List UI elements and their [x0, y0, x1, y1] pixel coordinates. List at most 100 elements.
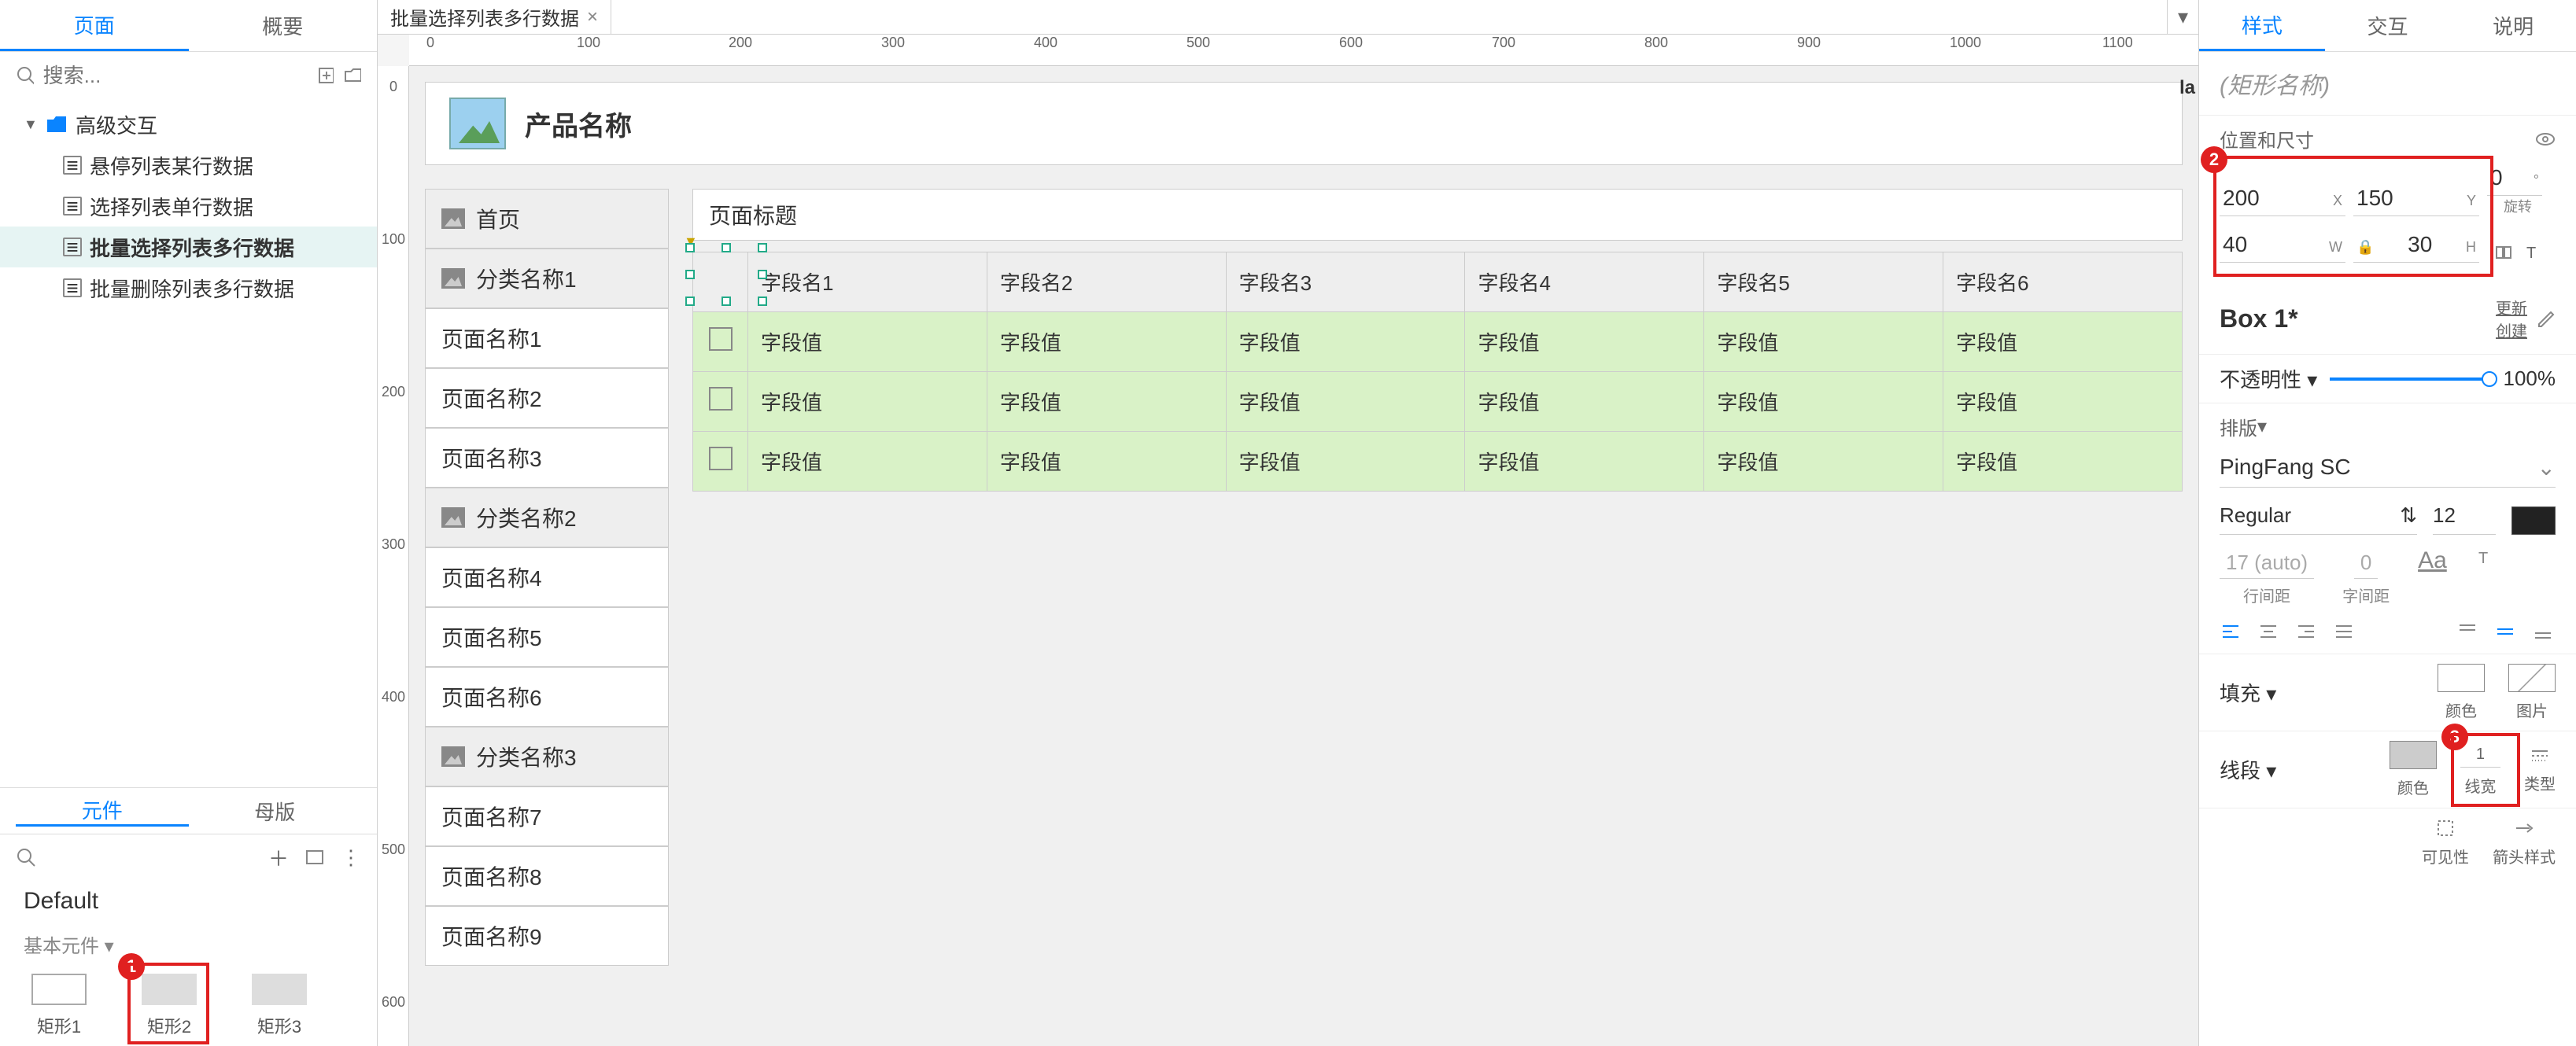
- tab-masters[interactable]: 母版: [189, 797, 362, 826]
- font-weight-select[interactable]: Regular⇅: [2220, 497, 2417, 535]
- chevron-down-icon: ⌄: [2537, 455, 2556, 481]
- workspace: 0 100 200 300 400 500 600 la 产品名称 首页分类名称…: [378, 66, 2198, 1046]
- style-actions[interactable]: 更新创建: [2496, 296, 2527, 341]
- widget-name-input[interactable]: (矩形名称): [2199, 52, 2576, 115]
- flip-h-icon[interactable]: [2493, 242, 2514, 263]
- tabs-dropdown-icon[interactable]: ▾: [2167, 0, 2198, 34]
- line-height-input[interactable]: 17 (auto): [2220, 547, 2314, 579]
- valign-bot-icon[interactable]: [2532, 621, 2556, 644]
- rotation-input[interactable]: 0°: [2487, 160, 2542, 196]
- shape-rect2[interactable]: 1 矩形2: [142, 974, 197, 1038]
- library-icon[interactable]: [304, 847, 325, 867]
- line-width[interactable]: 3 1线宽: [2460, 742, 2500, 797]
- data-table: ▼ 字段名1字段名2字段名3字段名4字段名5字段名6 字段值字段值字段值字段值字…: [692, 252, 2183, 492]
- sidemenu-item[interactable]: 页面名称2: [425, 368, 669, 428]
- table-row: 字段值字段值字段值字段值字段值字段值: [693, 312, 2183, 372]
- add-page-icon[interactable]: [316, 65, 334, 86]
- fill-label: 填充 ▾: [2220, 678, 2276, 707]
- opacity-label: 不透明性 ▾: [2220, 364, 2317, 393]
- table-header: 字段名2: [987, 252, 1226, 312]
- table-cell: 字段值: [1943, 432, 2183, 492]
- tab-widgets[interactable]: 元件: [16, 795, 189, 827]
- side-menu: 首页分类名称1页面名称1页面名称2页面名称3分类名称2页面名称4页面名称5页面名…: [425, 189, 669, 966]
- sidemenu-item[interactable]: 分类名称3: [425, 727, 669, 786]
- checkbox[interactable]: [709, 327, 733, 351]
- line-style-icon: [2530, 745, 2550, 765]
- row-checkbox-cell: [693, 432, 748, 492]
- tab-style[interactable]: 样式: [2199, 0, 2325, 51]
- selection-handles[interactable]: ▼: [690, 248, 762, 301]
- text-options-icon[interactable]: T: [2475, 547, 2496, 568]
- close-icon[interactable]: ×: [587, 6, 598, 28]
- valign-top-icon[interactable]: [2456, 621, 2480, 644]
- add-folder-icon[interactable]: [343, 65, 361, 86]
- sidemenu-item[interactable]: 分类名称2: [425, 488, 669, 547]
- font-family-select[interactable]: PingFang SC⌄: [2220, 448, 2556, 488]
- search-icon[interactable]: [16, 847, 36, 867]
- search-input[interactable]: [43, 64, 307, 88]
- color-swatch[interactable]: [2511, 506, 2556, 535]
- canvas-label: la: [2179, 77, 2195, 99]
- tree-folder-root[interactable]: ▼ 高级交互: [0, 104, 377, 145]
- line-type[interactable]: 类型: [2524, 745, 2556, 794]
- more-icon[interactable]: ⋮: [341, 845, 361, 870]
- opacity-value[interactable]: 100%: [2504, 366, 2556, 391]
- left-panel: 页面 概要 ▼ 高级交互 ≡悬停列表某行数据 ≡选择列表单行数据 ≡批量选择列表…: [0, 0, 378, 1046]
- eye-icon[interactable]: [2535, 129, 2556, 149]
- sidemenu-item[interactable]: 分类名称1: [425, 249, 669, 308]
- arrow-style[interactable]: 箭头样式: [2493, 818, 2556, 867]
- caret-down-icon: ▼: [24, 116, 38, 133]
- tab-notes[interactable]: 说明: [2450, 0, 2576, 51]
- image-icon: [441, 268, 465, 289]
- align-right-icon[interactable]: [2295, 621, 2319, 644]
- table-cell: 字段值: [1465, 372, 1704, 432]
- line-color[interactable]: 颜色: [2390, 741, 2437, 798]
- shape-rect1[interactable]: 矩形1: [31, 974, 87, 1038]
- tree-page-2[interactable]: ≡批量选择列表多行数据: [0, 227, 377, 267]
- sidemenu-item[interactable]: 页面名称4: [425, 547, 669, 607]
- checkbox[interactable]: [709, 447, 733, 470]
- shapes-row: 矩形1 1 矩形2 矩形3: [0, 966, 377, 1046]
- sidemenu-item[interactable]: 页面名称5: [425, 607, 669, 667]
- shape-rect3[interactable]: 矩形3: [252, 974, 307, 1038]
- opacity-slider[interactable]: [2330, 378, 2490, 381]
- tab-interaction[interactable]: 交互: [2325, 0, 2451, 51]
- align-left-icon[interactable]: [2220, 621, 2243, 644]
- ruler-horizontal: 0 100 200 300 400 500 600 700 800 900 10…: [409, 35, 2198, 66]
- valign-mid-icon[interactable]: [2494, 621, 2518, 644]
- font-size-input[interactable]: 12: [2433, 497, 2496, 535]
- align-center-icon[interactable]: [2257, 621, 2281, 644]
- sidemenu-item[interactable]: 首页: [425, 189, 669, 249]
- table-cell: 字段值: [987, 372, 1226, 432]
- annotation-highlight-3: [2451, 733, 2520, 807]
- sidemenu-item[interactable]: 页面名称1: [425, 308, 669, 368]
- sidemenu-item[interactable]: 页面名称6: [425, 667, 669, 727]
- tree-page-0[interactable]: ≡悬停列表某行数据: [0, 145, 377, 186]
- library-name[interactable]: Default: [0, 880, 377, 915]
- sidemenu-item[interactable]: 页面名称9: [425, 906, 669, 966]
- sidemenu-item[interactable]: 页面名称7: [425, 786, 669, 846]
- tab-pages[interactable]: 页面: [0, 0, 189, 51]
- canvas[interactable]: la 产品名称 首页分类名称1页面名称1页面名称2页面名称3分类名称2页面名称4…: [409, 66, 2198, 1046]
- letter-spacing-input[interactable]: 0: [2354, 547, 2378, 579]
- checkbox[interactable]: [709, 387, 733, 411]
- line-label: 线段 ▾: [2220, 755, 2276, 784]
- fill-image[interactable]: 图片: [2508, 664, 2556, 721]
- tab-outline[interactable]: 概要: [189, 0, 378, 51]
- tree-page-1[interactable]: ≡选择列表单行数据: [0, 186, 377, 227]
- image-icon: [441, 208, 465, 229]
- table-cell: 字段值: [987, 312, 1226, 372]
- sidemenu-item[interactable]: 页面名称8: [425, 846, 669, 906]
- file-tab[interactable]: 批量选择列表多行数据 ×: [378, 0, 611, 34]
- visibility-toggle[interactable]: 可见性: [2422, 818, 2469, 867]
- edit-icon[interactable]: [2535, 308, 2556, 329]
- text-icon[interactable]: T: [2522, 242, 2542, 263]
- elements-tabs: 元件 母版: [0, 787, 377, 834]
- text-decoration-icon[interactable]: Aa: [2418, 547, 2447, 574]
- align-justify-icon[interactable]: [2333, 621, 2356, 644]
- sidemenu-item[interactable]: 页面名称3: [425, 428, 669, 488]
- add-icon[interactable]: ＋: [268, 843, 289, 872]
- tree-page-3[interactable]: ≡批量删除列表多行数据: [0, 267, 377, 308]
- fill-color[interactable]: 颜色: [2438, 664, 2485, 721]
- chevron-updown-icon: ⇅: [2400, 503, 2417, 528]
